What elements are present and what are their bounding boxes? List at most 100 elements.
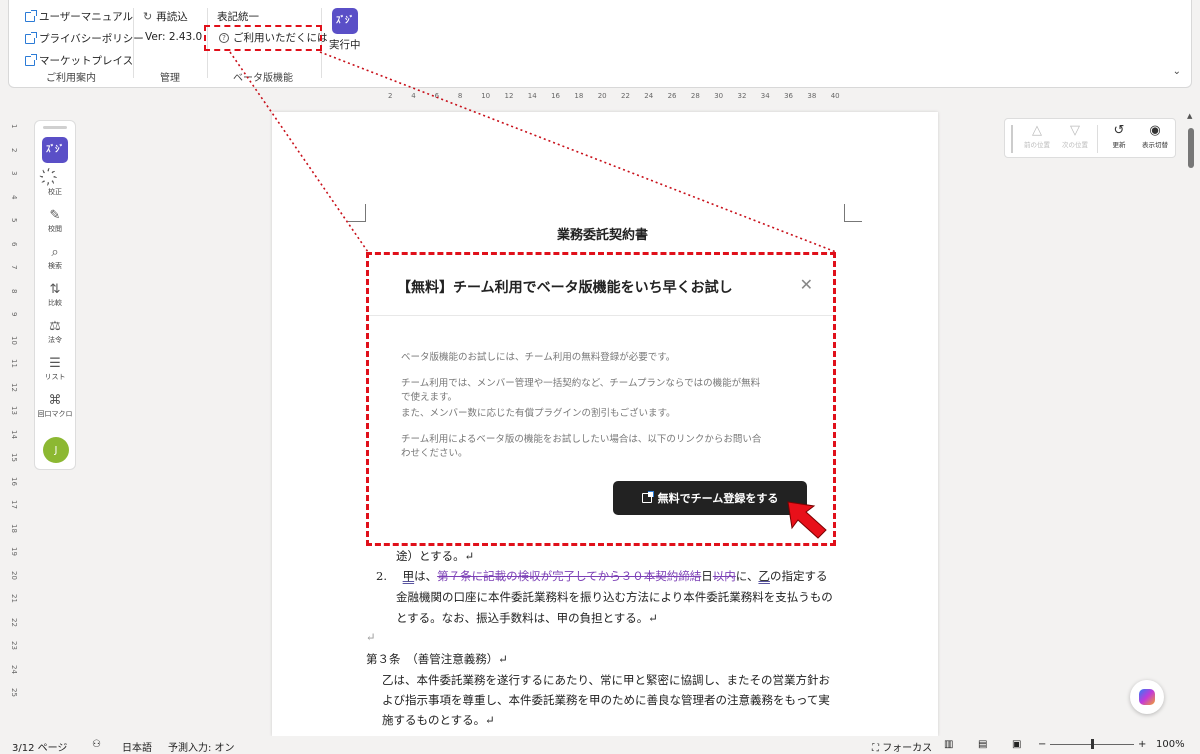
vruler-tick-label: 21 bbox=[10, 594, 18, 603]
sidebar-item-4[interactable]: ⚖ 法令 bbox=[35, 319, 75, 345]
web-layout-icon[interactable]: ▣ bbox=[1012, 739, 1021, 750]
sidebar-item-label: 校正 bbox=[48, 188, 62, 196]
ruler-tick-label: 2 bbox=[388, 92, 393, 100]
sidebar-item-2[interactable]: ⌕ 検索 bbox=[35, 245, 75, 271]
reload-button[interactable]: ↻ 再読込 bbox=[143, 9, 188, 24]
sidebar-item-3[interactable]: ⇅ 比較 bbox=[35, 282, 75, 308]
sparkle-icon: ҉ bbox=[52, 171, 58, 186]
vruler-tick-label: 6 bbox=[10, 241, 18, 246]
compare-icon: ⇅ bbox=[49, 282, 61, 297]
vruler-tick-label: 9 bbox=[10, 312, 18, 317]
close-icon[interactable]: ✕ bbox=[800, 275, 813, 294]
list-icon: ☰ bbox=[49, 356, 61, 371]
copilot-icon bbox=[1139, 689, 1155, 705]
read-mode-icon[interactable]: ▥ bbox=[944, 739, 953, 750]
notation-unify-button[interactable]: 表記統一 bbox=[217, 9, 259, 24]
vruler-tick-label: 10 bbox=[10, 335, 18, 345]
prev-position-button[interactable]: △ 前の位置 bbox=[1019, 123, 1055, 149]
accessibility-icon[interactable]: ⚇ bbox=[92, 739, 101, 750]
sidebar-app-button[interactable]: ｽﾞｼﾞ bbox=[42, 137, 68, 163]
triangle-up-icon: △ bbox=[1032, 123, 1042, 138]
scroll-up-arrow-icon[interactable]: ▲ bbox=[1187, 112, 1192, 120]
triangle-down-icon: ▽ bbox=[1070, 123, 1080, 138]
focus-icon: ⛶ bbox=[872, 743, 879, 754]
history-icon: ↺ bbox=[1113, 123, 1125, 138]
app-logo-icon: ｽﾞｼﾞ bbox=[332, 8, 358, 34]
vruler-tick-label: 3 bbox=[10, 171, 18, 176]
vruler-tick-label: 19 bbox=[10, 547, 18, 556]
refresh-icon: ↻ bbox=[143, 10, 153, 23]
panel-grip[interactable] bbox=[1011, 125, 1013, 153]
sidebar-item-1[interactable]: ✎ 校閲 bbox=[35, 208, 75, 234]
vruler-tick-label: 25 bbox=[10, 688, 18, 697]
vruler-tick-label: 8 bbox=[10, 288, 18, 293]
zoom-in-button[interactable]: + bbox=[1138, 739, 1146, 750]
app-launch-button[interactable]: ｽﾞｼﾞ bbox=[332, 8, 358, 34]
user-manual-link[interactable]: ユーザーマニュアル bbox=[25, 9, 133, 24]
marketplace-link[interactable]: マーケットプレイス bbox=[25, 53, 133, 68]
refresh-button[interactable]: ↺ 更新 bbox=[1101, 123, 1137, 149]
manage-group: ↻ 再読込 Ver: 2.43.0 管理 bbox=[133, 0, 207, 88]
external-link-icon bbox=[25, 31, 37, 44]
privacy-policy-link[interactable]: プライバシーポリシー bbox=[25, 31, 144, 46]
external-link-icon bbox=[25, 9, 37, 22]
vruler-tick-label: 22 bbox=[10, 617, 18, 627]
ruler-tick-label: 34 bbox=[760, 92, 770, 100]
ruler-tick-label: 32 bbox=[737, 92, 747, 100]
zoom-out-button[interactable]: − bbox=[1038, 739, 1046, 750]
doc-line: 施するものとする。↵ bbox=[382, 713, 495, 727]
sidebar-item-label: 法令 bbox=[48, 336, 62, 344]
zoom-level[interactable]: 100% bbox=[1156, 739, 1185, 750]
ruler-tick-label: 28 bbox=[690, 92, 700, 100]
vertical-scrollbar[interactable]: ▲ bbox=[1186, 110, 1196, 732]
sidebar-grip[interactable] bbox=[43, 126, 67, 129]
modal-paragraph: わせください。 bbox=[401, 448, 468, 459]
ruler-tick-label: 24 bbox=[644, 92, 654, 100]
ruler-tick-label: 18 bbox=[574, 92, 584, 100]
page-count[interactable]: 3/12 ページ bbox=[12, 739, 67, 754]
vruler-tick-label: 12 bbox=[10, 382, 18, 392]
next-position-button[interactable]: ▽ 次の位置 bbox=[1057, 123, 1093, 149]
ribbon-collapse-chevron-icon[interactable]: ⌄ bbox=[1173, 66, 1181, 77]
scrollbar-thumb[interactable] bbox=[1188, 128, 1194, 168]
avatar[interactable]: J bbox=[43, 437, 69, 463]
doc-line: 乙は、本件委託業務を遂行するにあたり、常に甲と緊密に協調し、またその営業方針お bbox=[382, 673, 831, 687]
modal-paragraph: チーム利用によるベータ版の機能をお試ししたい場合は、以下のリンクからお問い合 bbox=[401, 434, 762, 445]
left-tool-sidebar: ｽﾞｼﾞ ҉ 校正 ✎ 校閲 ⌕ 検索 ⇅ 比較 ⚖ 法令 ☰ リスト ⌘ 回口マクロ J bbox=[34, 120, 76, 470]
sidebar-item-6[interactable]: ⌘ 回口マクロ bbox=[35, 393, 75, 419]
sidebar-item-5[interactable]: ☰ リスト bbox=[35, 356, 75, 382]
vruler-tick-label: 18 bbox=[10, 523, 18, 533]
vruler-tick-label: 14 bbox=[10, 429, 18, 439]
version-label: Ver: 2.43.0 bbox=[145, 31, 203, 43]
zoom-slider-thumb[interactable] bbox=[1091, 739, 1094, 749]
modal-paragraph: チーム利用では、メンバー管理や一括契約など、チームプランならではの機能が無料 bbox=[401, 378, 761, 389]
doc-line: 金融機関の口座に本件委託業務料を振り込む方法により本件委託業務料を支払うもの bbox=[396, 590, 833, 604]
sidebar-item-0[interactable]: ҉ 校正 bbox=[35, 171, 75, 197]
doc-article-heading: 第３条 （善管注意義務）↵ bbox=[366, 652, 508, 666]
vruler-tick-label: 11 bbox=[10, 359, 18, 368]
ruler-tick-label: 38 bbox=[807, 92, 817, 100]
predictive-input-status[interactable]: 予測入力: オン bbox=[168, 739, 235, 754]
ruler-tick-label: 26 bbox=[667, 92, 677, 100]
ruler-tick-label: 16 bbox=[551, 92, 561, 100]
search-icon: ⌕ bbox=[51, 245, 59, 260]
ribbon: ユーザーマニュアル プライバシーポリシー マーケットプレイス ご利用案内 ↻ 再読… bbox=[8, 0, 1192, 88]
vruler-tick-label: 17 bbox=[10, 500, 18, 509]
doc-empty-line: ↵ bbox=[366, 630, 376, 644]
language-status[interactable]: 日本語 bbox=[122, 739, 152, 754]
copilot-button[interactable] bbox=[1130, 680, 1164, 714]
margin-corner bbox=[348, 204, 366, 222]
guide-group-label: ご利用案内 bbox=[46, 73, 96, 84]
doc-line: 2. 甲は、第７条に記載の検収が完了してから３０本契約締結日以内に、乙の指定する bbox=[376, 569, 828, 583]
doc-line: 途）とする。↵ bbox=[396, 549, 475, 563]
modal-paragraph: ベータ版機能のお試しには、チーム利用の無料登録が必要です。 bbox=[401, 352, 676, 363]
vruler-tick-label: 2 bbox=[10, 147, 18, 152]
highlight-box-ribbon bbox=[204, 25, 322, 51]
vertical-ruler: 1 2 3 4 5 6 7 8 9 10 11 12 13 14 15 16 17 18 19 20 21 22 23 24 2… bbox=[8, 120, 20, 730]
focus-mode-button[interactable]: ⛶ フォーカス bbox=[872, 739, 932, 754]
horizontal-ruler: 2 4 6 8 10 12 14 16 18 20 22 24 26 28 30 32 34 36 38 40 bbox=[370, 90, 850, 104]
print-layout-icon[interactable]: ▤ bbox=[978, 739, 987, 750]
free-team-register-button[interactable]: 無料でチーム登録をする bbox=[613, 481, 807, 515]
guide-group: ユーザーマニュアル プライバシーポリシー マーケットプレイス ご利用案内 bbox=[9, 0, 144, 88]
display-toggle-button[interactable]: ◉ 表示切替 bbox=[1137, 123, 1173, 149]
